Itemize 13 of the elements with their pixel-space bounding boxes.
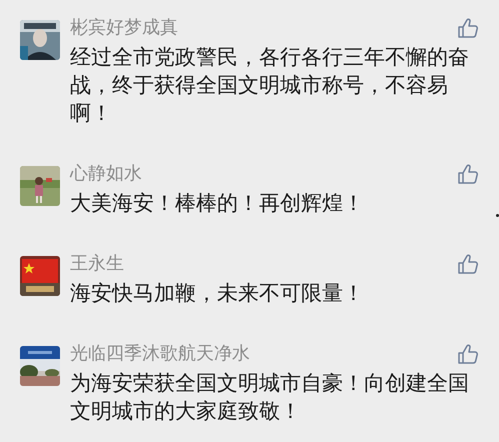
- comment-text: 海安快马加鞭，未来不可限量！: [70, 280, 365, 307]
- dot-mark: [496, 214, 499, 217]
- thumbs-up-icon[interactable]: [457, 343, 479, 365]
- thumbs-up-icon[interactable]: [457, 17, 479, 39]
- user-name: 王永生: [70, 252, 124, 276]
- user-name: 光临四季沐歌航天净水: [70, 342, 250, 366]
- user-name: 彬宾好梦成真: [70, 16, 178, 40]
- comment-text: 大美海安！棒棒的！再创辉煌！: [70, 190, 365, 217]
- thumbs-up-icon[interactable]: [457, 163, 479, 185]
- comment-text: 为海安荣获全国文明城市自豪！向创建全国文明城市的大家庭致敬！: [70, 370, 470, 425]
- comment-text: 经过全市党政警民，各行各行三年不懈的奋战，终于获得全国文明城市称号，不容易啊！: [70, 44, 470, 127]
- thumbs-up-icon[interactable]: [457, 253, 479, 275]
- user-name: 心静如水: [70, 162, 142, 186]
